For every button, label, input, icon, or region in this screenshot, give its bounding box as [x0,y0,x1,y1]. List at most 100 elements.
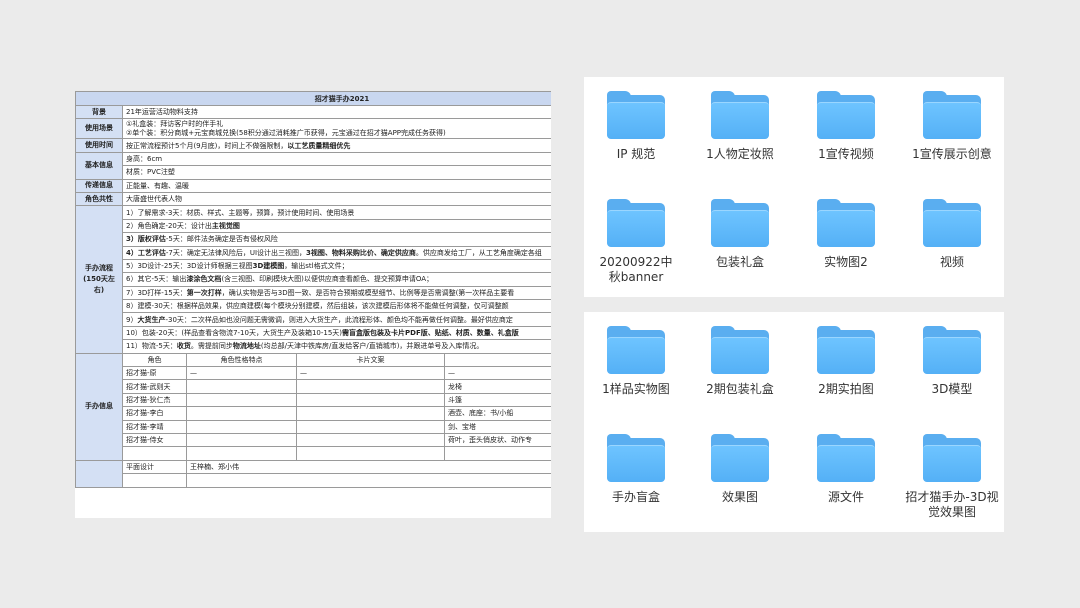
column-header[interactable]: 卡片文案 [296,352,445,368]
folder-item[interactable]: 2期实拍图 [794,326,898,397]
spreadsheet: 招才猫手办2021 背景 21年运营活动物料支持 使用场景 ①礼盒装：拜访客户时… [75,91,551,518]
table-row: 招才猫-狄仁杰 斗篷 [76,392,551,408]
folder-icon [607,326,665,374]
table-title-row: 招才猫手办2021 [75,91,551,106]
row-value[interactable]: 身高：6cm [121,151,551,167]
figure-header-row: 手办信息 角色 角色性格特点 卡片文案 [75,352,551,461]
row-value[interactable]: 大唐盛世代表人物 [121,191,551,207]
folder-label: 1人物定妆照 [706,147,774,161]
folder-item[interactable]: IP 规范 [584,91,688,162]
table-row: 使用时间 按正常流程预计5个月(9月底)，时间上不做强限制，以工艺质量精细优先 [75,138,551,153]
folder-label: 手办盲盒 [611,490,660,504]
process-row: 6）其它-5天：输出漆涂色文档(含三视图、印刷模块大图)以便供应商查看颜色、提交… [76,272,551,287]
process-row: 10）包装-20天：(样品查看含物流7-10天，大货生产及装箱10-15天)需盲… [76,325,551,341]
table-row: 招才猫-李靖 剑、宝塔 [76,419,551,434]
process-row: 9）大货生产-30天：二次样品如也没问题无需微调，则进入大货生产，此流程形体、颜… [76,312,551,327]
process-step[interactable]: 1）了解需求-3天：材质、样式、主题等，预算，预计使用时间、使用场景 [121,205,551,220]
figure-name[interactable]: 招才猫-原 [122,366,187,381]
design-role[interactable]: 平面设计 [122,459,187,475]
column-header[interactable] [443,352,551,368]
folder-icon [817,91,875,139]
table-row: 招才猫-侍女 荷叶，歪头俏皮状、动作专 [76,432,551,448]
table-row: 角色共性 大唐盛世代表人物 [75,191,551,207]
folder-item[interactable]: 2期包装礼盒 [688,326,792,397]
folder-label: 1样品实物图 [602,382,670,396]
folder-label: 招才猫手办-3D视觉效果图 [905,490,999,519]
folder-label: 20200922中秋banner [599,255,673,284]
row-value[interactable]: 21年运营活动物料支持 [121,104,551,120]
process-row: 11）物流-5天：收货。需提前同步物流地址(均总部/天津中铁库房/直发给客户/直… [76,339,551,354]
table-row: 材质：PVC注塑 [76,165,551,180]
table-row [76,446,551,461]
table-row [76,473,551,488]
row-label: 使用场景 [75,118,123,140]
figure-name[interactable]: 招才猫-李靖 [122,419,187,434]
process-step[interactable]: 4）工艺评估-7天：确定无法律风险后，UI设计出三视图，3视图、物料采购比价、确… [121,245,551,260]
process-step[interactable]: 10）包装-20天：(样品查看含物流7-10天，大货生产及装箱10-15天)需盲… [121,325,551,341]
folder-item[interactable]: 包装礼盒 [688,199,792,270]
folder-icon [607,91,665,139]
folder-item[interactable]: 1宣传展示创意 [900,91,1004,162]
row-value[interactable]: 材质：PVC注塑 [121,165,551,180]
row-label: 基本信息 [75,151,123,180]
figure-name[interactable]: 招才猫-狄仁杰 [122,392,187,408]
row-label: 传递信息 [75,178,123,193]
folder-item[interactable]: 源文件 [794,434,898,505]
folder-icon [607,434,665,482]
row-label: 角色共性 [75,191,123,207]
figure-name[interactable]: 招才猫-李白 [122,406,187,421]
row-value[interactable]: 按正常流程预计5个月(9月底)，时间上不做强限制，以工艺质量精细优先 [121,138,551,153]
folder-label: 视频 [939,255,964,269]
row-value[interactable]: 正能量、有趣、温暖 [121,178,551,193]
process-label: 手办流程 (150天左右) [75,205,123,354]
finder-panel-bottom: 1样品实物图 2期包装礼盒 2期实拍图 3D模型 手办盲盒 效果图 源文件 招才… [584,312,1004,532]
column-header[interactable]: 角色 [122,352,187,368]
folder-label: 2期实拍图 [818,382,874,396]
design-people[interactable]: 王梓楠、郑小伟 [185,459,551,475]
column-header[interactable]: 角色性格特点 [186,352,297,368]
table-row: 基本信息 身高：6cm [75,151,551,180]
process-step[interactable]: 5）3D设计-25天：3D设计师根据三视图3D建模图，输出stl格式文件； [121,258,551,274]
folder-icon [817,326,875,374]
folder-label: 源文件 [827,490,864,504]
folder-icon [607,199,665,247]
table-row: 传递信息 正能量、有趣、温暖 [75,178,551,193]
folder-label: 包装礼盒 [715,255,764,269]
folder-item[interactable]: 招才猫手办-3D视觉效果图 [900,434,1004,520]
folder-item[interactable]: 1人物定妆照 [688,91,792,162]
finder-panel-top: IP 规范 1人物定妆照 1宣传视频 1宣传展示创意 20200922中秋ban… [584,77,1004,297]
process-step[interactable]: 11）物流-5天：收货。需提前同步物流地址(均总部/天津中铁库房/直发给客户/直… [121,339,551,354]
process-step[interactable]: 3）版权评估-5天：邮件法务确定是否有侵权风险 [121,232,551,247]
folder-item[interactable]: 1样品实物图 [584,326,688,397]
folder-item[interactable]: 效果图 [688,434,792,505]
folder-icon [923,199,981,247]
folder-item[interactable]: 1宣传视频 [794,91,898,162]
folder-item[interactable]: 3D模型 [900,326,1004,397]
process-step[interactable]: 6）其它-5天：输出漆涂色文档(含三视图、印刷模块大图)以便供应商查看颜色、提交… [121,272,551,287]
figure-name[interactable]: 招才猫-武则天 [122,379,187,394]
table-row: 使用场景 ①礼盒装：拜访客户时的伴手礼 ②单个装：积分商城+元宝商城兑换(58积分… [75,118,551,140]
process-step[interactable]: 2）角色确定-20天：设计出主视觉图 [121,218,551,234]
folder-item[interactable]: 视频 [900,199,1004,270]
row-label: 背景 [75,104,123,120]
row-value[interactable]: ①礼盒装：拜访客户时的伴手礼 ②单个装：积分商城+元宝商城兑换(58积分通过消耗推… [121,118,551,140]
process-step[interactable]: 7）3D打样-15天：第一次打样，确认实物是否与3D图一致、是否符合预期或模型细… [121,285,551,301]
folder-icon [711,326,769,374]
folder-item[interactable]: 实物图2 [794,199,898,270]
folder-item[interactable]: 20200922中秋banner [584,199,688,285]
process-step[interactable]: 9）大货生产-30天：二次样品如也没问题无需微调，则进入大货生产，此流程形体、颜… [121,312,551,327]
figure-name[interactable]: 招才猫-侍女 [122,432,187,448]
process-step[interactable]: 8）建模-30天：根据样品效果，供应商建模(每个模块分别建模，然后组装，该次建模… [121,299,551,314]
process-row: 4）工艺评估-7天：确定无法律风险后，UI设计出三视图，3视图、物料采购比价、确… [76,245,551,260]
project-table: 招才猫手办2021 背景 21年运营活动物料支持 使用场景 ①礼盒装：拜访客户时… [75,91,551,488]
folder-label: IP 规范 [616,147,656,161]
process-row: 7）3D打样-15天：第一次打样，确认实物是否与3D图一致、是否符合预期或模型细… [76,285,551,301]
folder-label: 1宣传视频 [818,147,874,161]
folder-label: 3D模型 [931,382,973,396]
table-row: 招才猫-原 — — — [76,366,551,381]
folder-item[interactable]: 手办盲盒 [584,434,688,505]
process-row: 2）角色确定-20天：设计出主视觉图 [76,218,551,234]
folder-label: 1宣传展示创意 [912,147,992,161]
row-label: 使用时间 [75,138,123,153]
folder-label: 2期包装礼盒 [706,382,774,396]
